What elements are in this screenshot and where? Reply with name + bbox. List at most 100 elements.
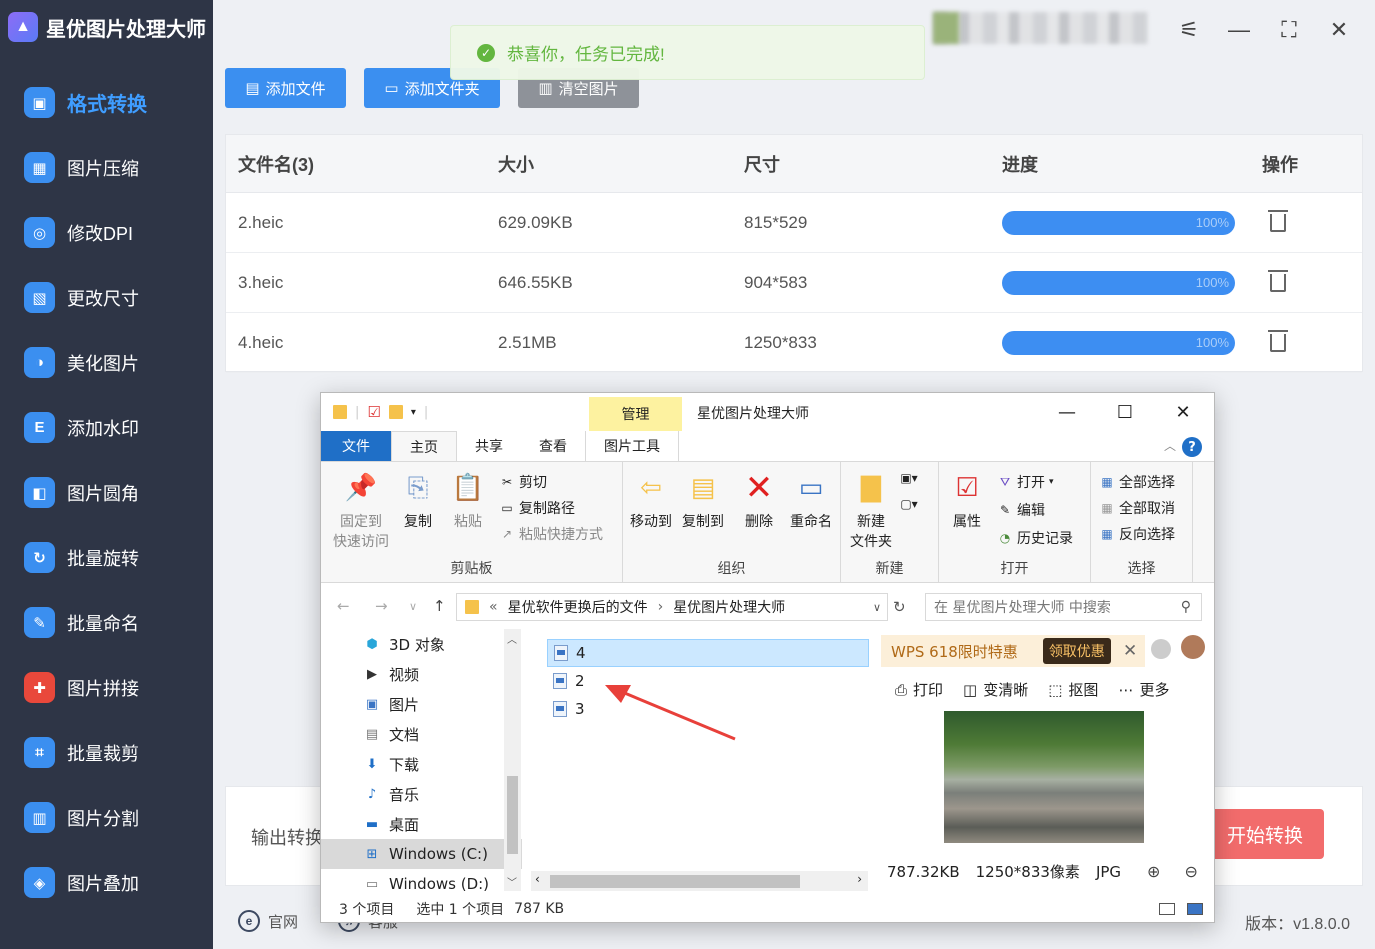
ad-claim-button[interactable]: 领取优惠	[1042, 638, 1111, 664]
sidebar-item-4[interactable]: ◑ 美化图片	[0, 330, 213, 395]
search-box[interactable]: 在 星优图片处理大师 中搜索 ⚲	[925, 593, 1202, 621]
sidebar-item-12[interactable]: ◈ 图片叠加	[0, 850, 213, 915]
rename-button[interactable]: ▭ 重命名	[787, 468, 835, 532]
tab-share[interactable]: 共享	[457, 431, 521, 461]
tab-view[interactable]: 查看	[521, 431, 585, 461]
sidebar-item-7[interactable]: ↻ 批量旋转	[0, 525, 213, 590]
customize-dropdown-icon[interactable]: ▾	[411, 407, 416, 418]
sidebar-item-1[interactable]: ▦ 图片压缩	[0, 135, 213, 200]
address-dropdown-icon[interactable]: ∨	[873, 601, 881, 614]
breadcrumb-part1[interactable]: 星优软件更换后的文件	[508, 597, 648, 617]
sidebar-item-11[interactable]: ▥ 图片分割	[0, 785, 213, 850]
tree-item[interactable]: ⬇ 下载	[321, 749, 522, 779]
invert-selection-button[interactable]: ▦ 反向选择	[1099, 524, 1175, 544]
sidebar-item-8[interactable]: ✎ 批量命名	[0, 590, 213, 655]
back-arrow-icon[interactable]: ←	[337, 597, 350, 615]
move-to-button[interactable]: ⇦ 移动到	[627, 468, 675, 532]
preview-tool-button[interactable]: ⬚ 抠图	[1048, 679, 1098, 700]
add-file-label: 添加文件	[265, 80, 326, 98]
folder-icon[interactable]	[333, 405, 347, 419]
cell-dims: 1250*833	[744, 332, 817, 352]
sidebar-item-9[interactable]: ✚ 图片拼接	[0, 655, 213, 720]
tab-file[interactable]: 文件	[321, 431, 391, 461]
start-convert-button[interactable]: 开始转换	[1206, 809, 1324, 859]
close-icon[interactable]: ✕	[1325, 16, 1353, 44]
tree-item[interactable]: ▤ 文档	[321, 719, 522, 749]
minimize-icon[interactable]: —	[1225, 16, 1253, 44]
zoom-in-icon[interactable]: ⊕	[1147, 862, 1160, 881]
tree-item[interactable]: ▶ 视频	[321, 659, 522, 689]
preview-tool-button[interactable]: ⎙ 打印	[895, 679, 943, 700]
manage-context-tab[interactable]: 管理	[589, 397, 682, 431]
paste-shortcut-button[interactable]: ↗ 粘贴快捷方式	[499, 524, 603, 544]
collapse-ribbon-icon[interactable]: ︿	[1164, 437, 1176, 454]
explorer-maximize-icon[interactable]: ☐	[1103, 399, 1147, 425]
sidebar-item-label: 修改DPI	[67, 223, 134, 244]
copy-button[interactable]: ⎘ 复制	[397, 468, 439, 532]
delete-trash-icon[interactable]	[1268, 269, 1288, 292]
add-file-button[interactable]: ▤ 添加文件	[225, 68, 346, 108]
details-view-icon[interactable]	[1159, 903, 1175, 915]
copy-path-button[interactable]: ▭ 复制路径	[499, 498, 575, 518]
forward-arrow-icon[interactable]: →	[375, 597, 388, 615]
tree-item[interactable]: ▬ 桌面	[321, 809, 522, 839]
paste-button[interactable]: 📋 粘贴	[447, 468, 489, 532]
hscrollbar-thumb[interactable]	[550, 875, 800, 888]
history-button[interactable]: ◔ 历史记录	[997, 528, 1073, 548]
tab-home[interactable]: 主页	[391, 431, 457, 461]
tree-item[interactable]: ♪ 音乐	[321, 779, 522, 809]
address-bar[interactable]: « 星优软件更换后的文件 › 星优图片处理大师 ∨	[456, 593, 888, 621]
tree-item[interactable]: ⬢ 3D 对象	[321, 629, 522, 659]
edit-button[interactable]: ✎ 编辑	[997, 500, 1045, 520]
user-info-blurred[interactable]	[933, 12, 1148, 44]
new-folder-icon[interactable]	[388, 405, 403, 419]
website-link[interactable]: e 官网	[238, 910, 298, 932]
avatar[interactable]	[1181, 635, 1205, 659]
large-icons-view-icon[interactable]	[1187, 903, 1203, 915]
avatar[interactable]	[933, 12, 959, 44]
open-button[interactable]: ⛛ 打开 ▾	[997, 472, 1054, 492]
copy-label: 复制	[404, 514, 432, 530]
tree-item[interactable]: ⊞ Windows (C:)	[321, 839, 522, 869]
sidebar-item-5[interactable]: E 添加水印	[0, 395, 213, 460]
settings-sliders-icon[interactable]: ⚟	[1175, 16, 1203, 44]
refresh-icon[interactable]: ↻	[893, 598, 906, 616]
sidebar-item-0[interactable]: ▣ 格式转换	[0, 70, 213, 135]
properties-check-icon[interactable]: ☑	[367, 403, 380, 421]
new-item-icon[interactable]: ▣▾	[900, 470, 917, 486]
preview-tool-button[interactable]: ⋯ 更多	[1118, 679, 1169, 700]
select-all-button[interactable]: ▦ 全部选择	[1099, 472, 1175, 492]
properties-button[interactable]: ☑ 属性	[947, 468, 987, 532]
sidebar-item-6[interactable]: ◧ 图片圆角	[0, 460, 213, 525]
wps-ad-banner[interactable]: WPS 618限时特惠 领取优惠	[881, 635, 1145, 667]
select-none-button[interactable]: ▦ 全部取消	[1099, 498, 1175, 518]
tab-picture-tools[interactable]: 图片工具	[585, 431, 679, 461]
file-item[interactable]: 4	[547, 639, 869, 667]
delete-button[interactable]: ✕ 删除	[739, 468, 779, 532]
easy-access-icon[interactable]: ▢▾	[900, 496, 917, 512]
tree-item[interactable]: ▣ 图片	[321, 689, 522, 719]
zoom-out-icon[interactable]: ⊖	[1184, 862, 1197, 881]
explorer-minimize-icon[interactable]: —	[1045, 399, 1089, 425]
delete-trash-icon[interactable]	[1268, 209, 1288, 232]
copy-to-button[interactable]: ▤ 复制到	[679, 468, 727, 532]
address-row: ← → ∨ ↑ « 星优软件更换后的文件 › 星优图片处理大师 ∨ ↻ 在 星优…	[321, 585, 1214, 629]
sidebar-item-3[interactable]: ▧ 更改尺寸	[0, 265, 213, 330]
sidebar-item-10[interactable]: ⌗ 批量裁剪	[0, 720, 213, 785]
help-icon[interactable]: ?	[1182, 437, 1202, 457]
explorer-close-icon[interactable]: ✕	[1161, 399, 1205, 425]
cut-button[interactable]: ✂ 剪切	[499, 472, 547, 492]
new-folder-button[interactable]: ▇ 新建 文件夹	[847, 468, 895, 552]
nav-scrollbar-thumb[interactable]	[507, 776, 518, 854]
maximize-icon[interactable]: ⛶	[1275, 16, 1303, 44]
tree-item-icon: ⬇	[366, 756, 378, 772]
settings-hex-icon[interactable]	[1151, 639, 1171, 659]
pin-button[interactable]: 📌 固定到 快速访问	[329, 468, 393, 552]
ad-close-icon[interactable]: ✕	[1123, 641, 1137, 661]
breadcrumb-part2[interactable]: 星优图片处理大师	[673, 597, 785, 617]
up-arrow-icon[interactable]: ↑	[433, 597, 446, 615]
preview-tool-button[interactable]: ◫ 变清晰	[963, 679, 1028, 700]
recent-dropdown-icon[interactable]: ∨	[409, 600, 417, 613]
sidebar-item-2[interactable]: ◎ 修改DPI	[0, 200, 213, 265]
delete-trash-icon[interactable]	[1268, 329, 1288, 352]
